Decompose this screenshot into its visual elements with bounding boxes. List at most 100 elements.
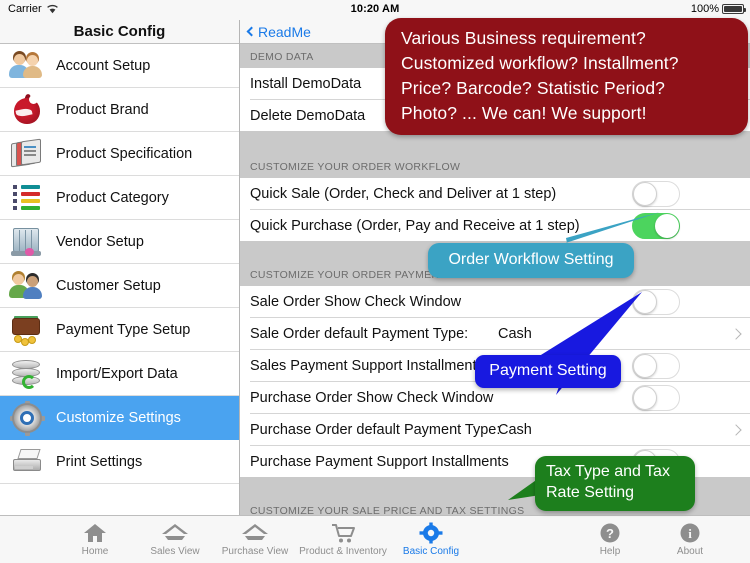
chevron-left-icon xyxy=(246,26,257,37)
sidebar-item-payment-type-setup[interactable]: Payment Type Setup xyxy=(0,308,239,352)
sidebar-item-label: Product Specification xyxy=(56,145,193,162)
sidebar-item-label: Import/Export Data xyxy=(56,365,178,382)
tab-bar: Home Sales View Purchase View Product & … xyxy=(0,515,750,563)
sidebar-item-label: Customize Settings xyxy=(56,409,181,426)
callout-payment: Payment Setting xyxy=(475,355,621,388)
sales-installments-switch[interactable] xyxy=(632,353,680,379)
tab-product-inventory[interactable]: Product & Inventory xyxy=(295,522,391,557)
callout-line: Order Workflow Setting xyxy=(448,251,614,268)
people-icon xyxy=(8,48,48,84)
sidebar-item-label: Account Setup xyxy=(56,57,151,74)
sidebar-item-print-settings[interactable]: Print Settings xyxy=(0,440,239,484)
callout-line: Price? Barcode? Statistic Period? xyxy=(401,77,665,98)
status-bar: Carrier 10:20 AM 100% xyxy=(0,0,750,20)
row-label: Purchase Order Show Check Window xyxy=(250,390,494,406)
sidebar-title: Basic Config xyxy=(73,23,166,40)
battery-icon xyxy=(722,4,746,14)
tab-about[interactable]: i About xyxy=(650,522,730,557)
tab-label: Help xyxy=(599,546,621,557)
sidebar-item-import-export-data[interactable]: Import/Export Data xyxy=(0,352,239,396)
sidebar-item-vendor-setup[interactable]: Vendor Setup xyxy=(0,220,239,264)
gear-icon xyxy=(8,400,48,436)
app-root: Carrier 10:20 AM 100% Basic Config Accou… xyxy=(0,0,750,563)
row-label: Install DemoData xyxy=(250,76,362,92)
svg-text:i: i xyxy=(688,526,692,541)
tab-purchase-view[interactable]: Purchase View xyxy=(215,522,295,557)
gear-icon xyxy=(391,522,471,544)
sidebar-item-label: Product Brand xyxy=(56,101,149,118)
sidebar-list: Account Setup Product Brand Product Spec… xyxy=(0,44,239,484)
sidebar-item-product-brand[interactable]: Product Brand xyxy=(0,88,239,132)
svg-text:?: ? xyxy=(606,526,614,541)
tab-basic-config[interactable]: Basic Config xyxy=(391,522,471,557)
tab-home[interactable]: Home xyxy=(55,522,135,557)
sidebar-item-product-category[interactable]: Product Category xyxy=(0,176,239,220)
tab-label: Sales View xyxy=(150,546,200,557)
callout-line: Payment Setting xyxy=(489,362,607,379)
callout-red-banner: Various Business requirement? Customized… xyxy=(385,18,748,136)
clock-label: 10:20 AM xyxy=(350,3,400,15)
cart-icon xyxy=(295,522,391,544)
tab-label: Basic Config xyxy=(402,546,460,557)
row-label: Delete DemoData xyxy=(250,108,366,124)
purchase-order-check-window-switch[interactable] xyxy=(632,385,680,411)
row-value: Cash xyxy=(498,326,532,342)
sales-house-icon xyxy=(135,522,215,544)
row-label: Quick Sale (Order, Check and Deliver at … xyxy=(250,186,557,202)
callout-line: Customized workflow? Installment? xyxy=(401,52,679,73)
row-label: Sales Payment Support Installments xyxy=(250,358,484,374)
tab-help[interactable]: ? Help xyxy=(570,522,650,557)
sidebar-item-customize-settings[interactable]: Customize Settings xyxy=(0,396,239,440)
tab-label: Purchase View xyxy=(221,546,289,557)
documents-icon xyxy=(8,136,48,172)
row-label: Purchase Order default Payment Type: xyxy=(250,422,501,438)
warehouse-icon xyxy=(8,224,48,260)
callout-line: Photo? ... We can! We support! xyxy=(401,102,647,123)
sidebar-item-label: Vendor Setup xyxy=(56,233,144,250)
tab-sales-view[interactable]: Sales View xyxy=(135,522,215,557)
printer-icon xyxy=(8,444,48,480)
back-button-label: ReadMe xyxy=(258,23,311,40)
battery-percent-label: 100% xyxy=(690,3,719,15)
sidebar-item-label: Print Settings xyxy=(56,453,143,470)
callout-line: Various Business requirement? xyxy=(401,28,646,48)
sidebar-item-label: Product Category xyxy=(56,189,169,206)
status-bar-right: 100% xyxy=(690,3,746,15)
list-icon xyxy=(8,180,48,216)
tab-label: About xyxy=(676,546,704,557)
tab-label: Product & Inventory xyxy=(299,546,387,557)
row-quick-purchase[interactable]: Quick Purchase (Order, Pay and Receive a… xyxy=(240,210,750,242)
purchase-house-icon xyxy=(215,522,295,544)
info-icon: i xyxy=(650,522,730,544)
home-icon xyxy=(55,522,135,544)
tab-label: Home xyxy=(81,546,109,557)
sidebar-item-label: Payment Type Setup xyxy=(56,321,191,338)
row-label: Sale Order Show Check Window xyxy=(250,294,462,310)
section-header-order-workflow: CUSTOMIZE YOUR ORDER WORKFLOW xyxy=(240,132,750,178)
sale-order-check-window-switch[interactable] xyxy=(632,289,680,315)
sidebar-item-label: Customer Setup xyxy=(56,277,161,294)
chevron-right-icon xyxy=(730,424,742,436)
row-sale-order-show-check-window[interactable]: Sale Order Show Check Window xyxy=(240,286,750,318)
chevron-right-icon xyxy=(730,328,742,340)
row-label: Sale Order default Payment Type: xyxy=(250,326,469,342)
callout-line: Rate Setting xyxy=(546,483,635,501)
quick-sale-switch[interactable] xyxy=(632,181,680,207)
sidebar-header: Basic Config xyxy=(0,20,239,44)
sidebar-item-account-setup[interactable]: Account Setup xyxy=(0,44,239,88)
row-label: Purchase Payment Support Installments xyxy=(250,454,509,470)
quick-purchase-switch[interactable] xyxy=(632,213,680,239)
row-quick-sale[interactable]: Quick Sale (Order, Check and Deliver at … xyxy=(240,178,750,210)
callout-tax: Tax Type and Tax Rate Setting xyxy=(535,456,695,511)
row-label: Quick Purchase (Order, Pay and Receive a… xyxy=(250,218,580,234)
back-button[interactable]: ReadMe xyxy=(246,23,311,40)
question-icon: ? xyxy=(570,522,650,544)
callout-line: Tax Type and Tax xyxy=(546,463,670,480)
sidebar-item-customer-setup[interactable]: Customer Setup xyxy=(0,264,239,308)
row-sale-order-default-payment-type[interactable]: Sale Order default Payment Type: Cash xyxy=(240,318,750,350)
apple-icon xyxy=(8,92,48,128)
row-purchase-order-default-payment-type[interactable]: Purchase Order default Payment Type: Cas… xyxy=(240,414,750,446)
wallet-icon xyxy=(8,312,48,348)
sidebar-item-product-specification[interactable]: Product Specification xyxy=(0,132,239,176)
customers-icon xyxy=(8,268,48,304)
